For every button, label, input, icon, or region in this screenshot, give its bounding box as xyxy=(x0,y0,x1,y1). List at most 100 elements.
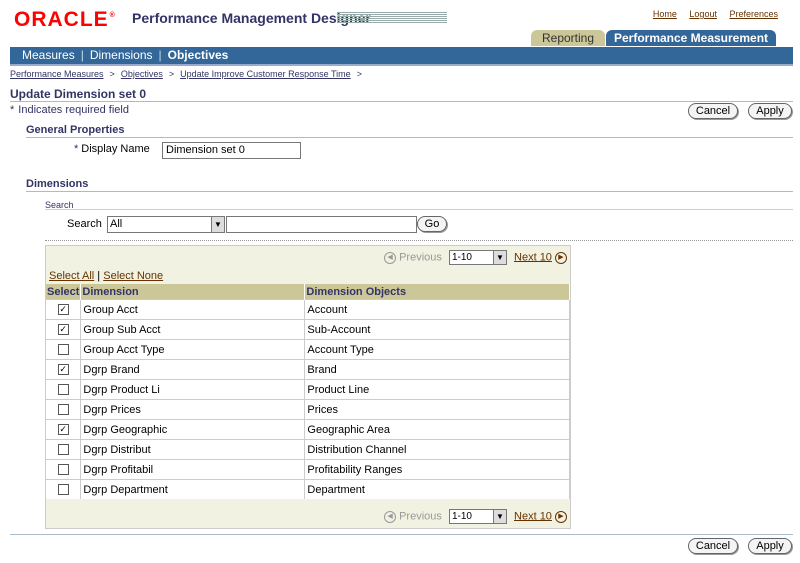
column-header-select: Select xyxy=(46,284,82,300)
bottom-divider xyxy=(10,534,793,535)
subnav-objectives[interactable]: Objectives xyxy=(168,47,229,64)
select-cell xyxy=(46,479,82,499)
chevron-down-icon: ▼ xyxy=(492,251,506,264)
dimension-objects-cell: Product Line xyxy=(304,379,570,400)
dimension-objects-cell: Sub-Account xyxy=(304,319,570,340)
required-star-icon: * xyxy=(74,143,79,155)
row-checkbox[interactable] xyxy=(57,404,69,416)
chevron-down-icon: ▼ xyxy=(211,217,224,232)
dimension-objects-cell: Geographic Area xyxy=(304,419,570,440)
breadcrumb-performance-measures[interactable]: Performance Measures xyxy=(10,69,104,79)
breadcrumb-objectives[interactable]: Objectives xyxy=(121,69,163,79)
row-checkbox[interactable] xyxy=(57,444,69,456)
dimension-cell: Dgrp Department xyxy=(80,479,306,499)
search-input[interactable] xyxy=(226,216,417,233)
tab-performance-measurement[interactable]: Performance Measurement xyxy=(606,30,776,46)
dimension-objects-cell: Account xyxy=(304,299,570,320)
table-row: Dgrp Department Department xyxy=(46,479,570,499)
select-cell xyxy=(46,379,82,400)
dimension-objects-cell: Prices xyxy=(304,399,570,420)
search-divider xyxy=(45,209,793,210)
apply-button-bottom[interactable]: Apply xyxy=(748,538,792,554)
page-title: Update Dimension set 0 xyxy=(10,87,147,101)
next-icon[interactable]: ▶ xyxy=(555,251,567,264)
dimension-cell: Dgrp Prices xyxy=(80,399,306,420)
table-row: ✓ Dgrp Geographic Geographic Area xyxy=(46,419,570,440)
select-cell: ✓ xyxy=(46,419,82,440)
dimension-cell: Dgrp Distribut xyxy=(80,439,306,460)
select-cell xyxy=(46,399,82,420)
previous-link: Previous xyxy=(399,510,442,523)
display-name-input[interactable]: Dimension set 0 xyxy=(162,142,301,159)
display-name-label: * Display Name xyxy=(74,143,150,155)
dimensions-table-container: ◀ Previous 1-10 ▼ Next 10 ▶ Select All | … xyxy=(45,245,571,529)
required-note: * Indicates required field xyxy=(10,104,129,116)
pagination-bottom: ◀ Previous 1-10 ▼ Next 10 ▶ xyxy=(384,509,567,524)
home-link[interactable]: Home xyxy=(653,9,677,19)
dimension-cell: Group Sub Acct xyxy=(80,319,306,340)
decorative-lines xyxy=(337,12,447,23)
subnav-dimensions[interactable]: Dimensions xyxy=(90,47,153,64)
table-row: ✓ Group Sub Acct Sub-Account xyxy=(46,319,570,340)
table-row: Group Acct Type Account Type xyxy=(46,339,570,360)
previous-link: Previous xyxy=(399,251,442,264)
table-row: Dgrp Profitabil Profitability Ranges xyxy=(46,459,570,480)
select-all-link[interactable]: Select All xyxy=(49,270,94,282)
dimensions-title: Dimensions xyxy=(26,178,89,190)
search-scope-select[interactable]: All ▼ xyxy=(107,216,225,233)
dimension-objects-cell: Profitability Ranges xyxy=(304,459,570,480)
logout-link[interactable]: Logout xyxy=(689,9,717,19)
search-dotted-divider xyxy=(45,240,793,242)
pagination-top: ◀ Previous 1-10 ▼ Next 10 ▶ xyxy=(384,250,567,265)
subnav-measures[interactable]: Measures xyxy=(22,47,75,64)
search-label: Search xyxy=(67,218,102,230)
select-cell xyxy=(46,439,82,460)
subnav-bar: Measures | Dimensions | Objectives xyxy=(10,47,793,64)
column-header-dimension[interactable]: Dimension xyxy=(80,284,306,300)
range-select[interactable]: 1-10 ▼ xyxy=(448,509,507,524)
row-checkbox[interactable]: ✓ xyxy=(57,304,69,316)
next-icon[interactable]: ▶ xyxy=(555,510,567,523)
row-checkbox[interactable]: ✓ xyxy=(57,364,69,376)
dimension-cell: Group Acct Type xyxy=(80,339,306,360)
next-link[interactable]: Next 10 xyxy=(514,251,552,263)
required-star-icon: * xyxy=(10,104,15,116)
row-checkbox[interactable] xyxy=(57,344,69,356)
row-checkbox[interactable] xyxy=(57,464,69,476)
apply-button[interactable]: Apply xyxy=(748,103,792,119)
title-divider xyxy=(10,101,793,102)
dimension-objects-cell: Brand xyxy=(304,359,570,380)
select-cell: ✓ xyxy=(46,359,82,380)
table-row: Dgrp Prices Prices xyxy=(46,399,570,420)
dimension-objects-cell: Account Type xyxy=(304,339,570,360)
dimension-cell: Dgrp Brand xyxy=(80,359,306,380)
row-checkbox[interactable]: ✓ xyxy=(57,324,69,336)
row-checkbox[interactable] xyxy=(57,484,69,496)
table-row: Dgrp Distribut Distribution Channel xyxy=(46,439,570,460)
table-row: Dgrp Product Li Product Line xyxy=(46,379,570,400)
app-title: Performance Management Designer xyxy=(132,10,371,26)
table-header-row: Select Dimension Dimension Objects xyxy=(46,284,570,300)
next-link[interactable]: Next 10 xyxy=(514,510,552,522)
previous-icon: ◀ xyxy=(384,251,397,264)
dimension-cell: Dgrp Profitabil xyxy=(80,459,306,480)
tab-reporting[interactable]: Reporting xyxy=(531,30,605,46)
row-checkbox[interactable] xyxy=(57,384,69,396)
breadcrumb: Performance Measures > Objectives > Update I… xyxy=(10,69,362,79)
chevron-down-icon: ▼ xyxy=(492,510,506,523)
select-none-link[interactable]: Select None xyxy=(103,270,163,282)
cancel-button[interactable]: Cancel xyxy=(688,103,738,119)
preferences-link[interactable]: Preferences xyxy=(729,9,778,19)
range-select[interactable]: 1-10 ▼ xyxy=(448,250,507,265)
select-cell: ✓ xyxy=(46,299,82,320)
cancel-button-bottom[interactable]: Cancel xyxy=(688,538,738,554)
dimension-cell: Group Acct xyxy=(80,299,306,320)
row-checkbox[interactable]: ✓ xyxy=(57,424,69,436)
dimension-objects-cell: Department xyxy=(304,479,570,499)
column-header-dimension-objects[interactable]: Dimension Objects xyxy=(304,284,570,300)
go-button[interactable]: Go xyxy=(417,216,447,232)
table-row: ✓ Group Acct Account xyxy=(46,299,570,320)
dimension-objects-cell: Distribution Channel xyxy=(304,439,570,460)
general-properties-title: General Properties xyxy=(26,124,125,136)
breadcrumb-objective[interactable]: Update Improve Customer Response Time xyxy=(180,69,351,79)
